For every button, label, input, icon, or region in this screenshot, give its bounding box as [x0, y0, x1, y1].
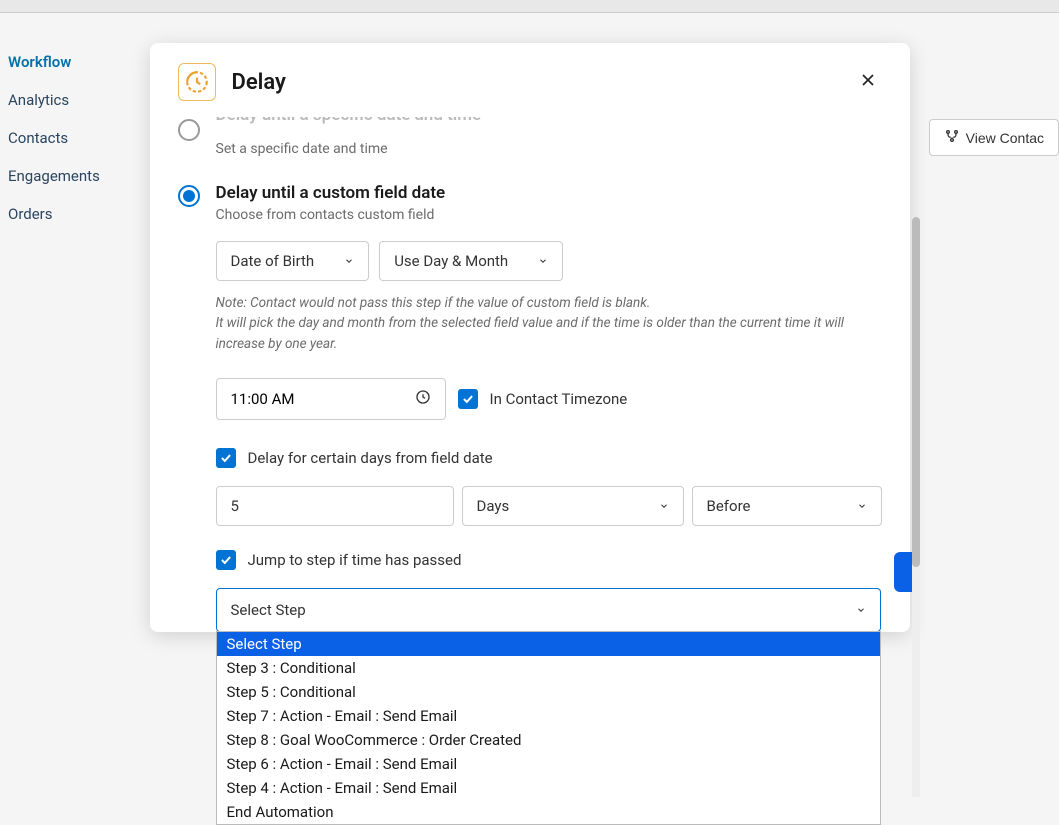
- chevron-down-icon: [856, 605, 866, 615]
- chevron-down-icon: [538, 256, 548, 266]
- days-direction-select[interactable]: Before: [692, 486, 882, 526]
- option-desc: Set a specific date and time: [216, 141, 882, 157]
- option-title: Delay until a specific date and time: [216, 117, 882, 125]
- option-specific-date[interactable]: Delay until a specific date and time Set…: [178, 117, 882, 157]
- timezone-label: In Contact Timezone: [490, 390, 628, 408]
- timezone-checkbox[interactable]: [458, 389, 478, 409]
- clock-icon: [415, 389, 431, 409]
- dropdown-option[interactable]: Step 4 : Action - Email : Send Email: [217, 776, 880, 800]
- option-title: Delay until a custom field date: [216, 183, 882, 203]
- radio-selected[interactable]: [178, 185, 200, 207]
- radio-unselected[interactable]: [178, 119, 200, 141]
- dropdown-option[interactable]: Step 3 : Conditional: [217, 656, 880, 680]
- delay-days-label: Delay for certain days from field date: [248, 449, 493, 467]
- dropdown-option[interactable]: End Automation: [217, 800, 880, 824]
- note-text: Note: Contact would not pass this step i…: [216, 293, 882, 354]
- dropdown-option[interactable]: Step 7 : Action - Email : Send Email: [217, 704, 880, 728]
- close-button[interactable]: [854, 66, 882, 98]
- jump-step-checkbox[interactable]: [216, 550, 236, 570]
- chevron-down-icon: [344, 256, 354, 266]
- chevron-down-icon: [857, 501, 867, 511]
- dropdown-option[interactable]: Select Step: [217, 632, 880, 656]
- delay-days-checkbox[interactable]: [216, 448, 236, 468]
- option-desc: Choose from contacts custom field: [216, 207, 882, 223]
- jump-step-select[interactable]: Select Step: [216, 588, 881, 632]
- dropdown-option[interactable]: Step 8 : Goal WooCommerce : Order Create…: [217, 728, 880, 752]
- days-count-input[interactable]: 5: [216, 486, 454, 526]
- modal-overlay: Delay Delay until a specific date and ti…: [0, 13, 1059, 815]
- delay-modal: Delay Delay until a specific date and ti…: [150, 43, 910, 632]
- time-value: 11:00 AM: [231, 390, 295, 408]
- jump-step-label: Jump to step if time has passed: [248, 551, 462, 569]
- date-mode-select[interactable]: Use Day & Month: [379, 241, 563, 281]
- select-value: Date of Birth: [231, 252, 315, 270]
- save-button-edge[interactable]: [894, 552, 912, 592]
- select-value: Use Day & Month: [394, 252, 508, 270]
- dropdown-option[interactable]: Step 6 : Action - Email : Send Email: [217, 752, 880, 776]
- modal-title: Delay: [232, 70, 854, 95]
- select-placeholder: Select Step: [231, 601, 306, 619]
- time-input[interactable]: 11:00 AM: [216, 378, 446, 420]
- delay-icon: [178, 63, 216, 101]
- step-dropdown-list: Select Step Step 3 : Conditional Step 5 …: [216, 631, 881, 825]
- days-unit-select[interactable]: Days: [462, 486, 684, 526]
- dropdown-option[interactable]: Step 5 : Conditional: [217, 680, 880, 704]
- chevron-down-icon: [659, 501, 669, 511]
- select-value: Before: [707, 497, 751, 515]
- option-custom-field[interactable]: Delay until a custom field date Choose f…: [178, 183, 882, 223]
- select-value: Days: [477, 497, 510, 515]
- custom-field-select[interactable]: Date of Birth: [216, 241, 370, 281]
- scrollbar-thumb[interactable]: [912, 217, 920, 567]
